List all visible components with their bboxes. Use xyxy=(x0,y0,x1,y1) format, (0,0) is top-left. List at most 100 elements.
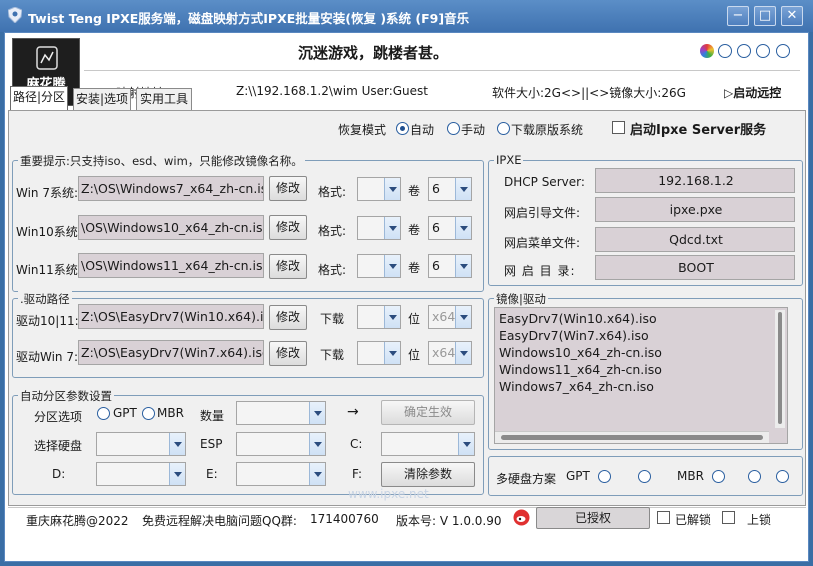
menu-file-field[interactable]: Qdcd.txt xyxy=(595,227,795,252)
lock-checkbox[interactable] xyxy=(722,511,735,524)
ipxe-server-checkbox[interactable] xyxy=(612,121,625,134)
driver1011-path-field[interactable]: Z:\OS\EasyDrv7(Win10.x64).iso xyxy=(78,304,264,329)
list-item[interactable]: EasyDrv7(Win10.x64).iso xyxy=(499,310,657,327)
tab-tools[interactable]: 实用工具 xyxy=(136,88,192,110)
chevron-down-icon[interactable] xyxy=(455,306,471,328)
minimize-button[interactable]: − xyxy=(727,6,749,26)
restore-manual-label: 手动 xyxy=(461,123,486,137)
chevron-down-icon[interactable] xyxy=(169,433,185,455)
win11-format-label: 格式: xyxy=(318,263,347,277)
esp-combo[interactable] xyxy=(236,432,326,456)
win11-modify-button[interactable]: 修改 xyxy=(269,254,307,279)
win11-format-combo[interactable] xyxy=(357,254,401,278)
chevron-down-icon[interactable] xyxy=(309,433,325,455)
win11-volume-combo[interactable]: 6 xyxy=(428,254,472,278)
chevron-down-icon[interactable] xyxy=(455,178,471,200)
driver1011-arch-combo[interactable]: x64 xyxy=(428,305,472,329)
tab-install-options[interactable]: 安装|选项 xyxy=(73,88,131,110)
f-drive-label: F: xyxy=(352,467,363,481)
multidisk-gpt-radio-2[interactable] xyxy=(638,470,651,483)
list-item[interactable]: EasyDrv7(Win7.x64).iso xyxy=(499,327,649,344)
driverwin7-arch-value: x64 xyxy=(432,345,456,360)
driverwin7-download-combo[interactable] xyxy=(357,341,401,365)
boot-file-field[interactable]: ipxe.pxe xyxy=(595,197,795,222)
mirror-listbox[interactable]: EasyDrv7(Win10.x64).iso EasyDrv7(Win7.x6… xyxy=(494,307,788,444)
c-drive-combo[interactable] xyxy=(381,432,475,456)
tab-path-partition[interactable]: 路径|分区 xyxy=(10,86,68,110)
boot-dir-field[interactable]: BOOT xyxy=(595,255,795,280)
disk-combo[interactable] xyxy=(96,432,186,456)
restore-download-radio[interactable] xyxy=(497,122,510,135)
chevron-down-icon[interactable] xyxy=(458,433,474,455)
remote-control-link[interactable]: ▷启动远控 xyxy=(724,84,781,101)
restore-manual-radio[interactable] xyxy=(447,122,460,135)
unlocked-checkbox[interactable] xyxy=(657,511,670,524)
chevron-down-icon[interactable] xyxy=(384,178,400,200)
win10-modify-button[interactable]: 修改 xyxy=(269,215,307,240)
win7-volume-value: 6 xyxy=(432,181,440,196)
authorized-button[interactable]: 已授权 xyxy=(536,507,650,529)
multidisk-mbr-radio-1[interactable] xyxy=(712,470,725,483)
maximize-button[interactable]: □ xyxy=(754,6,776,26)
chevron-down-icon[interactable] xyxy=(169,463,185,485)
list-item[interactable]: Windows10_x64_zh-cn.iso xyxy=(499,344,662,361)
theme-color-dot[interactable] xyxy=(700,44,714,58)
restore-auto-label: 自动 xyxy=(410,123,435,137)
chevron-down-icon[interactable] xyxy=(455,217,471,239)
win7-volume-combo[interactable]: 6 xyxy=(428,177,472,201)
chevron-down-icon[interactable] xyxy=(384,342,400,364)
multidisk-mbr-radio-2[interactable] xyxy=(748,470,761,483)
multidisk-mbr-radio-3[interactable] xyxy=(776,470,789,483)
win7-modify-button[interactable]: 修改 xyxy=(269,176,307,201)
theme-dot-3[interactable] xyxy=(737,44,751,58)
d-drive-combo[interactable] xyxy=(96,462,186,486)
close-button[interactable]: ✕ xyxy=(781,6,803,26)
restore-auto-radio[interactable] xyxy=(396,122,409,135)
win11-volume-value: 6 xyxy=(432,258,440,273)
theme-dot-4[interactable] xyxy=(756,44,770,58)
dhcp-server-field[interactable]: 192.168.1.2 xyxy=(595,168,795,193)
partition-mbr-radio[interactable] xyxy=(142,407,155,420)
chevron-down-icon[interactable] xyxy=(455,342,471,364)
win10-format-combo[interactable] xyxy=(357,216,401,240)
e-drive-combo[interactable] xyxy=(236,462,326,486)
multidisk-label: 多硬盘方案 xyxy=(496,472,557,486)
vertical-scrollbar[interactable] xyxy=(775,310,785,428)
chevron-down-icon[interactable] xyxy=(309,463,325,485)
chevron-down-icon[interactable] xyxy=(384,255,400,277)
horizontal-scrollbar[interactable] xyxy=(495,431,769,443)
multidisk-gpt-radio-1[interactable] xyxy=(598,470,611,483)
window-title: Twist Teng IPXE服务端，磁盘映射方式IPXE批量安装(恢复 )系统… xyxy=(28,11,470,26)
win7-path-field[interactable]: Z:\OS\Windows7_x64_zh-cn.iso xyxy=(78,176,264,201)
scrollbar-thumb[interactable] xyxy=(778,312,782,424)
win7-format-combo[interactable] xyxy=(357,177,401,201)
win11-path-field[interactable]: \OS\Windows11_x64_zh-cn.iso xyxy=(78,253,264,278)
driver1011-modify-button[interactable]: 修改 xyxy=(269,305,307,330)
chevron-down-icon[interactable] xyxy=(309,402,325,424)
scrollbar-thumb[interactable] xyxy=(501,435,763,440)
flower-logo-icon xyxy=(36,46,58,70)
chevron-down-icon[interactable] xyxy=(384,306,400,328)
apply-button[interactable]: 确定生效 xyxy=(381,400,475,425)
theme-dot-2[interactable] xyxy=(718,44,732,58)
chevron-down-icon[interactable] xyxy=(455,255,471,277)
driverwin7-arch-combo[interactable]: x64 xyxy=(428,341,472,365)
partition-gpt-radio[interactable] xyxy=(97,407,110,420)
weibo-icon[interactable] xyxy=(513,509,530,526)
win10-volume-combo[interactable]: 6 xyxy=(428,216,472,240)
author-text: 重庆麻花腾@2022 xyxy=(26,514,129,528)
boot-file-label: 网启引导文件: xyxy=(504,206,581,220)
driver1011-download-combo[interactable] xyxy=(357,305,401,329)
driverwin7-modify-button[interactable]: 修改 xyxy=(269,341,307,366)
chevron-down-icon[interactable] xyxy=(384,217,400,239)
count-combo[interactable] xyxy=(236,401,326,425)
slogan: 沉迷游戏，跳楼者甚。 xyxy=(298,44,449,62)
list-item[interactable]: Windows7_x64_zh-cn.iso xyxy=(499,378,654,395)
qq-number[interactable]: 171400760 xyxy=(310,512,379,526)
theme-dot-5[interactable] xyxy=(776,44,790,58)
driver-group-legend: .驱动路径 xyxy=(18,291,72,307)
list-item[interactable]: Windows11_x64_zh-cn.iso xyxy=(499,361,662,378)
clear-params-button[interactable]: 清除参数 xyxy=(381,462,475,487)
driverwin7-path-field[interactable]: Z:\OS\EasyDrv7(Win7.x64).iso xyxy=(78,340,264,365)
win10-path-field[interactable]: \OS\Windows10_x64_zh-cn.iso xyxy=(78,215,264,240)
